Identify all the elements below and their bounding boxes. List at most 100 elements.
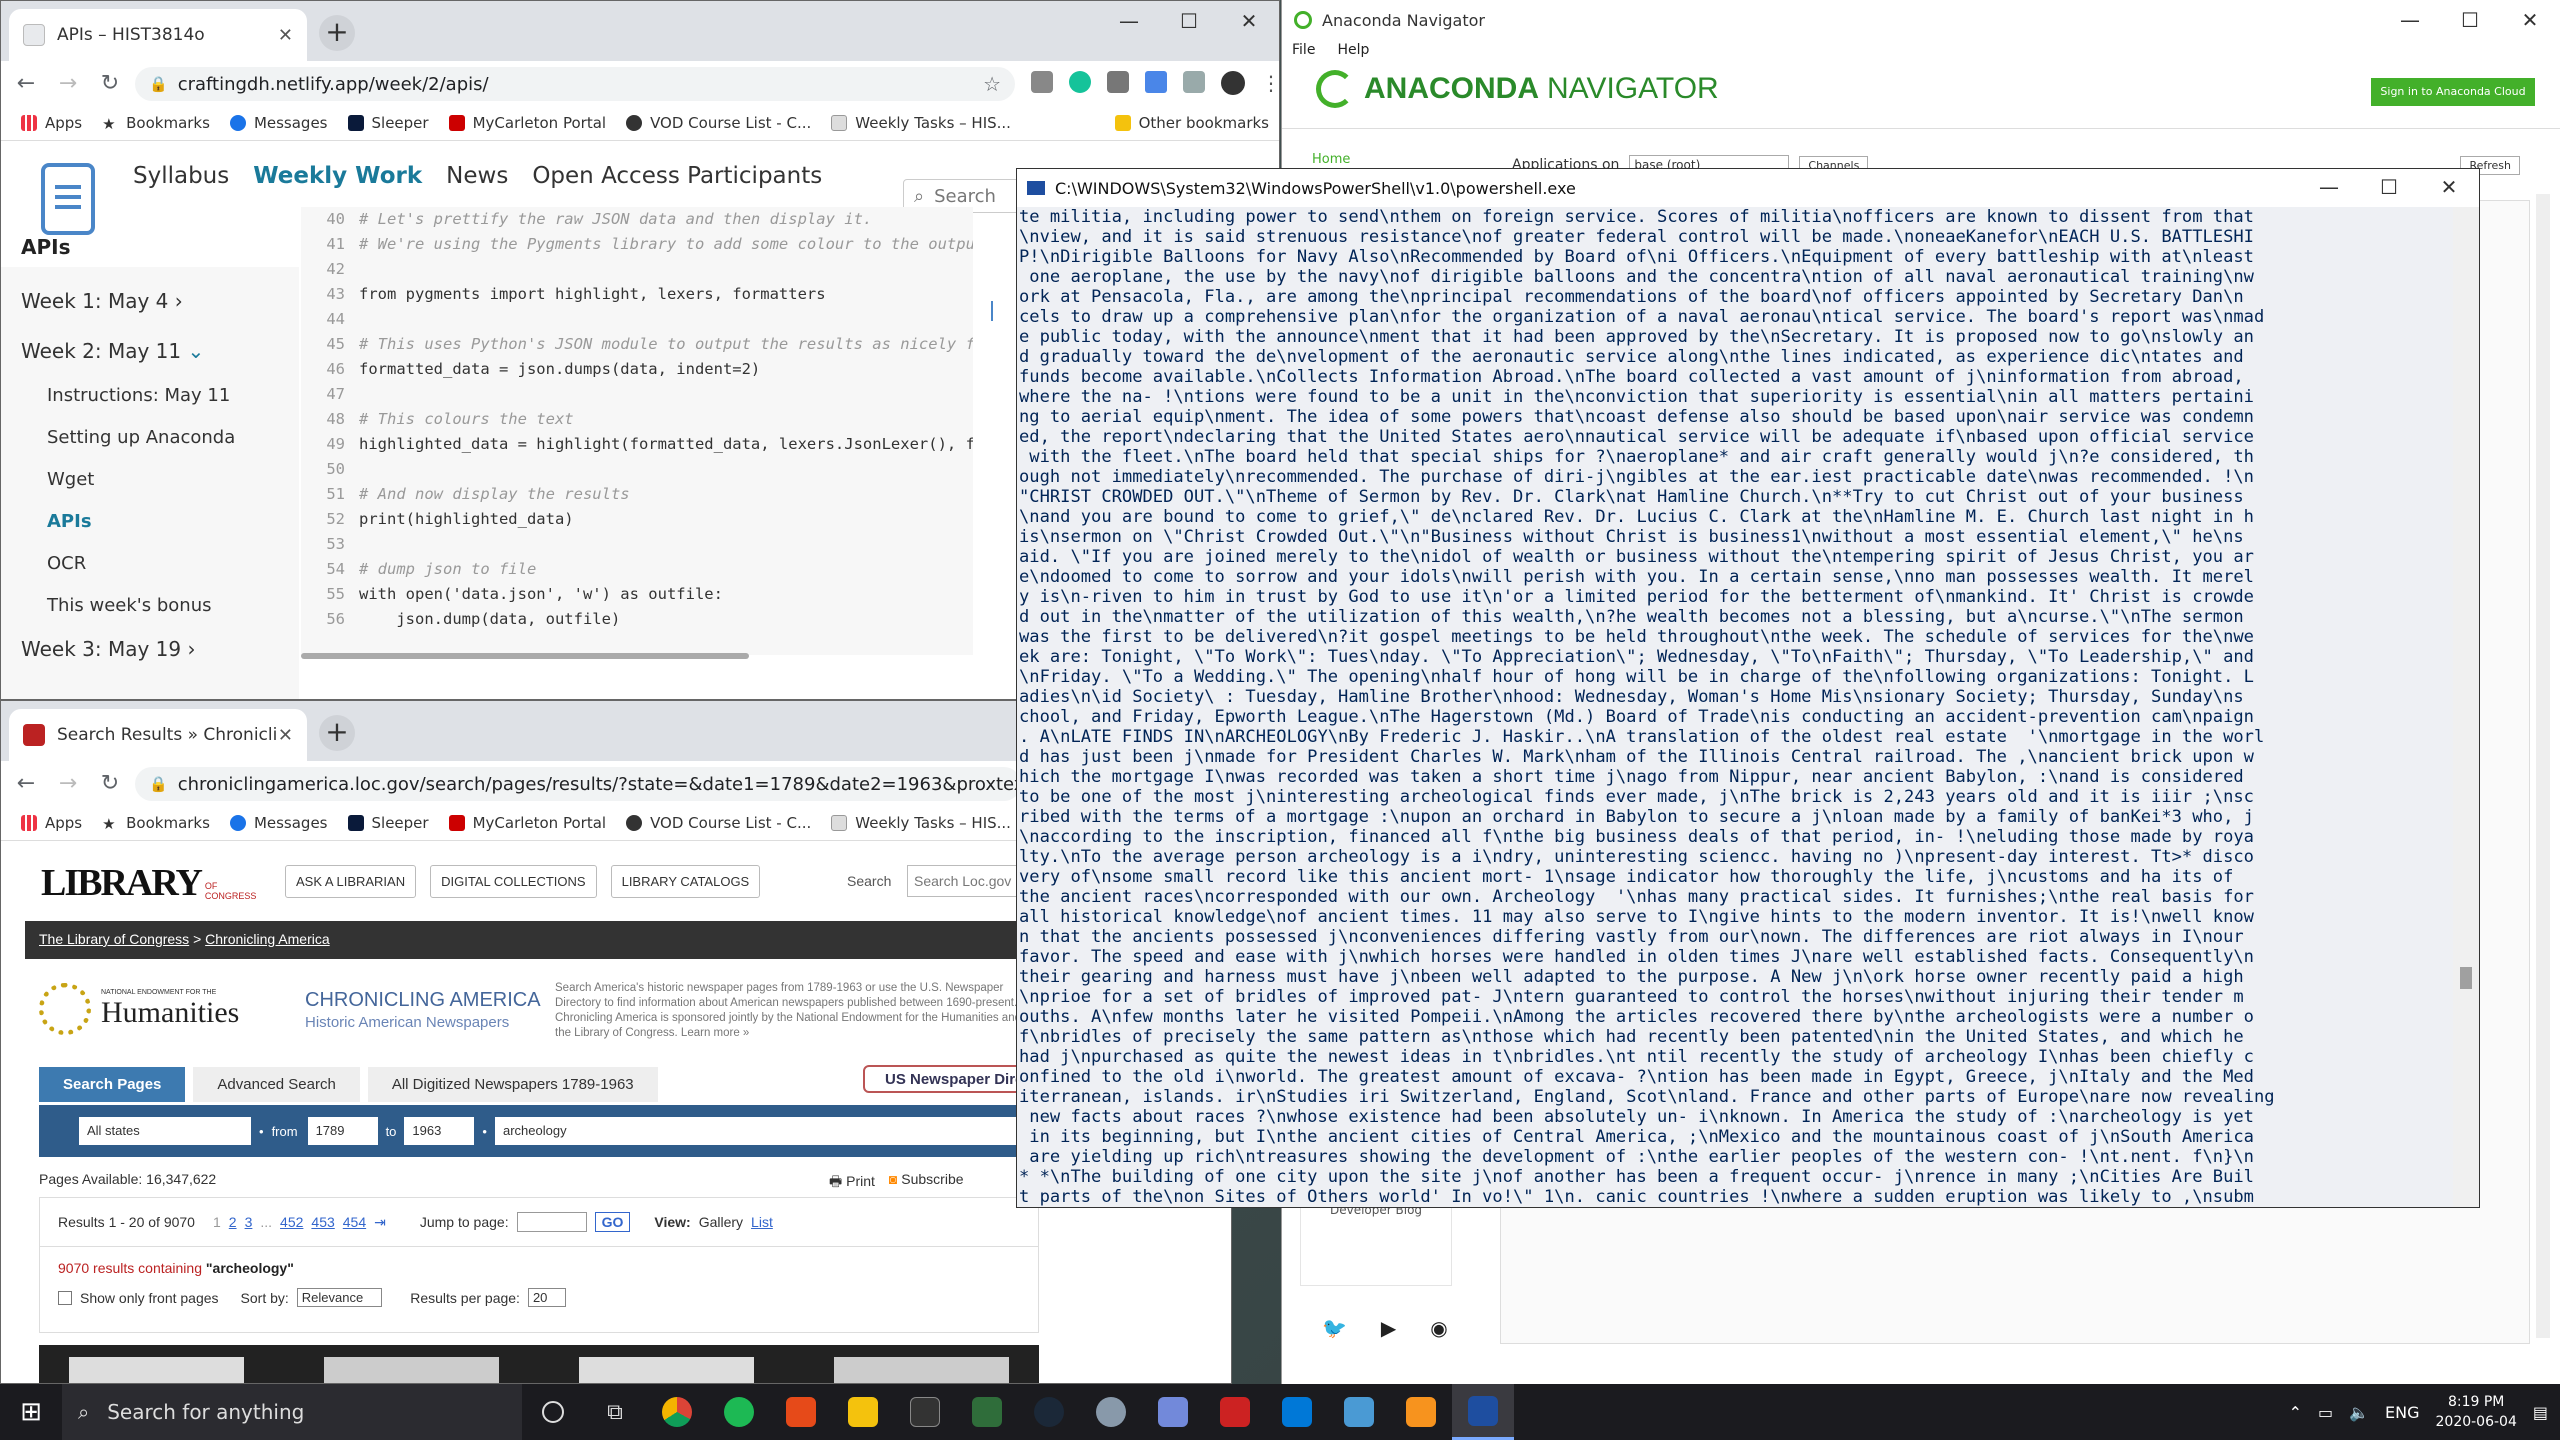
sidebar-item-anaconda[interactable]: Setting up Anaconda <box>47 427 235 448</box>
breadcrumb-loc[interactable]: The Library of Congress <box>39 931 189 947</box>
home-nav[interactable]: Home <box>1312 152 1350 167</box>
tab-apis[interactable]: APIs – HIST3814o ✕ <box>9 9 307 61</box>
bookmark-mycarleton[interactable]: MyCarleton Portal <box>448 814 606 832</box>
page-452[interactable]: 452 <box>280 1214 303 1230</box>
maximize-icon[interactable]: ☐ <box>2440 0 2500 44</box>
bookmark-bookmarks[interactable]: ★ Bookmarks <box>102 114 210 133</box>
star-icon[interactable]: ☆ <box>983 72 1001 96</box>
sidebar-item-bonus[interactable]: This week's bonus <box>47 595 211 616</box>
taskbar-app-steam[interactable] <box>1018 1384 1080 1440</box>
clock[interactable]: 8:19 PM 2020-06-04 <box>2436 1392 2517 1432</box>
maximize-icon[interactable]: ☐ <box>1159 1 1219 45</box>
result-thumbnail[interactable] <box>834 1357 1009 1383</box>
taskbar-app-messenger[interactable] <box>1080 1384 1142 1440</box>
front-pages-checkbox[interactable] <box>58 1290 72 1305</box>
next-page-icon[interactable]: ⇥ <box>374 1214 386 1231</box>
sign-in-button[interactable]: Sign in to Anaconda Cloud <box>2371 78 2535 106</box>
nav-weekly-work[interactable]: Weekly Work <box>253 163 422 189</box>
sidebar-item-week2[interactable]: Week 2: May 11 ⌄ <box>21 339 204 363</box>
taskbar-app-chrome[interactable] <box>646 1384 708 1440</box>
menu-icon[interactable]: ⋮ <box>1261 71 1279 95</box>
digital-collections-button[interactable]: DIGITAL COLLECTIONS <box>430 865 597 898</box>
site-logo-icon[interactable] <box>41 163 95 235</box>
go-button[interactable]: GO <box>594 1212 631 1232</box>
subscribe-link[interactable]: ◙ Subscribe <box>889 1171 964 1195</box>
new-tab-button[interactable]: + <box>319 715 355 751</box>
bookmark-apps[interactable]: Apps <box>21 114 82 132</box>
taskbar-app-explorer[interactable] <box>832 1384 894 1440</box>
minimize-icon[interactable]: — <box>2299 169 2359 207</box>
menu-file[interactable]: File <box>1292 42 1315 58</box>
sidebar-item-wget[interactable]: Wget <box>47 469 94 490</box>
bookmark-vod[interactable]: VOD Course List - C... <box>626 114 811 132</box>
volume-icon[interactable]: 🔈 <box>2349 1403 2369 1422</box>
reload-icon[interactable]: ↻ <box>93 771 127 796</box>
close-icon[interactable]: ✕ <box>1219 1 1279 45</box>
taskbar-app-office[interactable] <box>770 1384 832 1440</box>
bookmark-bookmarks[interactable]: ★ Bookmarks <box>102 814 210 833</box>
sidebar-item-instructions[interactable]: Instructions: May 11 <box>47 385 230 406</box>
page-454[interactable]: 454 <box>343 1214 366 1230</box>
sidebar-item-week3[interactable]: Week 3: May 19 › <box>21 637 196 661</box>
menu-help[interactable]: Help <box>1337 42 1369 58</box>
forward-icon[interactable]: → <box>51 71 85 96</box>
tab-all-digitized[interactable]: All Digitized Newspapers 1789-1963 <box>367 1067 658 1102</box>
notifications-icon[interactable]: ▤ <box>2533 1403 2548 1422</box>
taskbar-app-spotify[interactable] <box>708 1384 770 1440</box>
cortana-button[interactable] <box>522 1384 584 1440</box>
close-icon[interactable]: ✕ <box>2500 0 2560 44</box>
task-view-button[interactable]: ⧉ <box>584 1384 646 1440</box>
page-3[interactable]: 3 <box>245 1214 253 1230</box>
start-button[interactable]: ⊞ <box>0 1384 62 1440</box>
extension-icon[interactable] <box>1031 71 1053 93</box>
taskbar-app-sublime[interactable] <box>1390 1384 1452 1440</box>
sidebar-item-week1[interactable]: Week 1: May 4 › <box>21 289 183 313</box>
extension-icon[interactable] <box>1183 71 1205 93</box>
library-catalogs-button[interactable]: LIBRARY CATALOGS <box>610 865 761 898</box>
reload-icon[interactable]: ↻ <box>93 71 127 96</box>
bookmark-sleeper[interactable]: Sleeper <box>347 114 429 132</box>
taskbar-search[interactable]: ⌕ Search for anything <box>62 1384 522 1440</box>
bookmark-sleeper[interactable]: Sleeper <box>347 814 429 832</box>
result-thumbnail[interactable] <box>69 1357 244 1383</box>
result-thumbnail[interactable] <box>324 1357 499 1383</box>
page-453[interactable]: 453 <box>311 1214 334 1230</box>
twitter-icon[interactable]: 🐦 <box>1322 1316 1347 1340</box>
query-input[interactable]: archeology <box>494 1117 1039 1145</box>
forward-icon[interactable]: → <box>51 771 85 796</box>
year-to-select[interactable]: 1963 <box>404 1117 475 1145</box>
taskbar-app-powershell[interactable] <box>1452 1384 1514 1440</box>
docs-icon[interactable] <box>1145 71 1167 93</box>
back-icon[interactable]: ← <box>9 71 43 96</box>
breadcrumb-chronicling[interactable]: Chronicling America <box>205 931 330 947</box>
result-thumbnail[interactable] <box>579 1357 754 1383</box>
nav-open-access[interactable]: Open Access Participants <box>532 163 822 189</box>
taskbar-app-mail[interactable] <box>1266 1384 1328 1440</box>
view-list[interactable]: List <box>751 1214 773 1230</box>
loc-search-input[interactable]: Search Loc.gov <box>907 865 1025 897</box>
page-2[interactable]: 2 <box>229 1214 237 1230</box>
print-link[interactable]: 🖶 Print <box>829 1171 875 1195</box>
bookmark-mycarleton[interactable]: MyCarleton Portal <box>448 114 606 132</box>
address-bar[interactable]: 🔒 chroniclingamerica.loc.gov/search/page… <box>135 767 1021 801</box>
extension-icon[interactable] <box>1107 71 1129 93</box>
nav-news[interactable]: News <box>446 163 508 189</box>
maximize-icon[interactable]: ☐ <box>2359 169 2419 207</box>
chevron-up-icon[interactable]: ⌃ <box>2289 1403 2302 1422</box>
bookmark-vod[interactable]: VOD Course List - C... <box>626 814 811 832</box>
powershell-output[interactable]: te militia, including power to send\nthe… <box>1017 207 2453 1207</box>
youtube-icon[interactable]: ▶ <box>1381 1316 1396 1340</box>
code-scrollbar[interactable] <box>301 653 749 659</box>
close-icon[interactable]: ✕ <box>2419 169 2479 207</box>
bookmark-weekly-tasks[interactable]: Weekly Tasks – HIS... <box>831 114 1011 132</box>
grammarly-icon[interactable] <box>1069 71 1091 93</box>
taskbar-app-store[interactable] <box>1328 1384 1390 1440</box>
neh-logo[interactable]: NATIONAL ENDOWMENT FOR THE Humanities <box>39 983 239 1035</box>
close-tab-icon[interactable]: ✕ <box>278 25 293 46</box>
loc-logo[interactable]: LIBRARY OF CONGRESS <box>41 861 265 905</box>
new-tab-button[interactable]: + <box>319 15 355 51</box>
tab-search-pages[interactable]: Search Pages <box>39 1067 186 1102</box>
avatar[interactable] <box>1221 71 1245 95</box>
sidebar-item-apis[interactable]: APIs <box>47 511 92 532</box>
network-icon[interactable]: ▭ <box>2318 1403 2333 1422</box>
